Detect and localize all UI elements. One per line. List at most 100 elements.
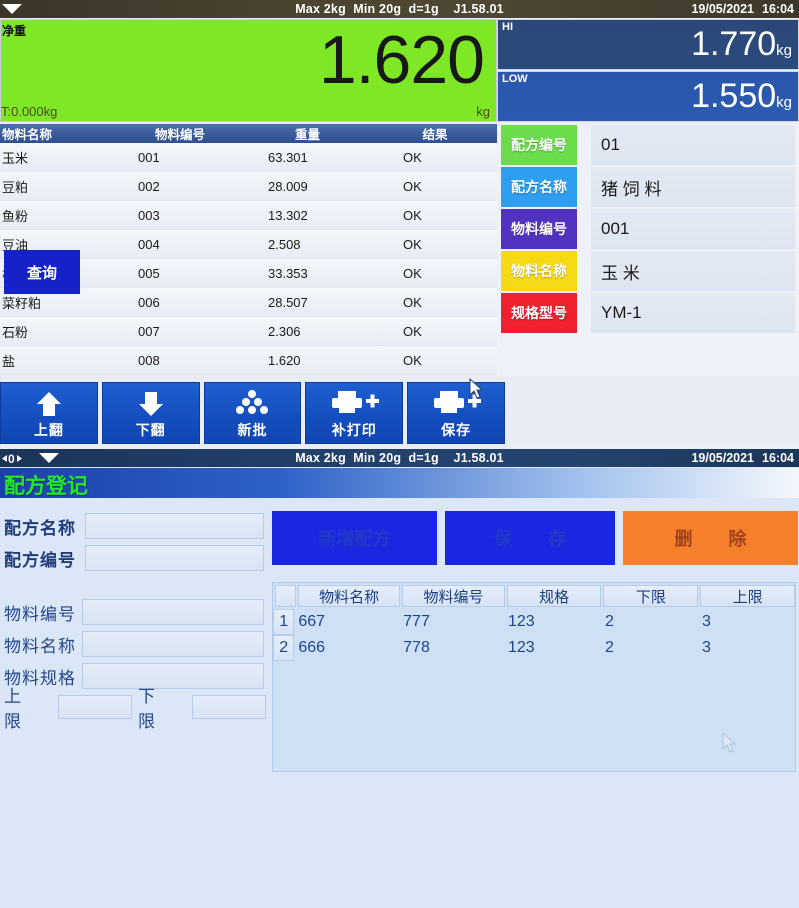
cell-result: OK [403,178,422,194]
recipe-table-header: 物料名称 物料编号 规格 下限 上限 [273,583,795,609]
date-text: 19/05/2021 [691,2,755,16]
table-row[interactable]: 玉米 001 63.301 OK [0,143,497,172]
hi-unit: kg [776,42,792,59]
header-material-name: 物料名称 [2,128,53,142]
cell-index: 2 [273,635,295,661]
cell-material-code: 778 [403,639,430,656]
cell-material-code: 005 [138,265,160,281]
header-spec: 规格 [506,585,602,607]
material-name-input[interactable] [82,631,264,657]
page-down-button[interactable]: 下翻 [101,382,200,444]
recipe-code-label: 配方编号 [4,550,76,570]
recipe-info-label: 物料编号 [501,209,577,249]
query-button[interactable]: 查询 [4,250,80,294]
cell-result: OK [403,149,422,165]
header-result: 结果 [422,128,448,142]
recipe-info-label: 配方编号 [501,125,577,165]
material-name-label: 物料名称 [4,636,76,656]
reprint-label: 补打印 [331,422,377,438]
table-row[interactable]: 1 667 777 123 2 3 [273,609,795,635]
reprint-button[interactable]: 补打印 [305,382,404,444]
cell-upper-limit: 3 [701,639,711,656]
save-recipe-button[interactable]: 保 存 [445,511,615,565]
recipe-info-row: 配方名称猪 饲 料 [497,166,799,208]
table-row[interactable]: 豆粕 002 28.009 OK [0,172,497,201]
low-value: 1.550 [691,77,777,115]
table-row[interactable]: 2 666 778 123 2 3 [273,635,795,661]
cell-result: OK [403,323,422,339]
cell-upper-limit: 3 [701,613,711,630]
hi-label: HI [502,21,513,33]
upper-limit-label: 上 限 [4,687,52,731]
recipe-name-input[interactable] [85,513,264,539]
arrow-up-icon [1,389,97,419]
tare-value: T:0.000kg [1,104,58,119]
header-material-code: 物料编号 [154,128,205,142]
upper-limit-input[interactable] [58,695,132,719]
cell-material-code: 008 [138,352,160,368]
hi-value: 1.770 [691,25,777,63]
cell-weight: 28.507 [268,294,308,310]
recipe-code-input[interactable] [85,545,264,571]
header-material-name: 物料名称 [297,585,401,607]
header-lower-limit: 下限 [603,585,699,607]
lower-limit-input[interactable] [192,695,266,719]
cell-weight: 63.301 [268,149,308,165]
material-code-input[interactable] [82,599,264,625]
save-button[interactable]: 保存 [407,382,505,444]
hi-limit-display: HI 1.770kg [497,19,799,70]
add-recipe-button[interactable]: 新增配方 [272,511,437,565]
weight-display: 净重 1.620 T:0.000kg kg [0,19,497,122]
recipe-form: 配方名称 配方编号 [0,511,270,575]
page-title-bar: 配方登记 [0,468,799,498]
cell-result: OK [403,294,422,310]
weighing-main-screen: Max 2kg Min 20g d=1g J1.58.01 19/05/2021… [0,0,799,449]
recipe-info-value: YM-1 [591,293,795,333]
cell-material-code: 002 [138,178,160,194]
datetime-group: 19/05/2021 16:04 [691,0,794,18]
recipe-info-value: 猪 饲 料 [591,167,795,207]
cell-material-name: 盐 [2,353,16,369]
recipe-code-row: 配方编号 [0,543,270,573]
recipe-name-label: 配方名称 [4,518,76,538]
recipe-info-sidebar: 配方编号 01 配方名称猪 饲 料物料编号 001 物料名称玉 米规格型号 YM-1 [497,124,799,376]
weight-unit: kg [476,104,490,119]
recipe-registration-screen: 0 Max 2kg Min 20g d=1g J1.58.01 19/05/20… [0,449,799,908]
low-limit-display: LOW 1.550kg [497,71,799,122]
hi-value-group: 1.770kg [691,23,792,72]
cell-result: OK [403,352,422,368]
recipe-info-row: 规格型号 YM-1 [497,292,799,334]
printer-plus-icon [306,389,402,415]
recipe-name-row: 配方名称 [0,511,270,541]
low-value-group: 1.550kg [691,75,792,124]
page-down-label: 下翻 [135,422,166,438]
cell-result: OK [403,207,422,223]
table-row[interactable]: 盐 008 1.620 OK [0,346,497,375]
low-unit: kg [776,94,792,111]
recipe-table-body: 1 667 777 123 2 3 2 666 778 123 2 3 [273,609,795,661]
cell-spec: 123 [507,613,535,630]
new-batch-button[interactable]: 新批 [203,382,302,444]
page-title: 配方登记 [4,475,88,498]
material-code-label: 物料编号 [4,604,76,624]
scale-spec-text: Max 2kg Min 20g d=1g J1.58.01 [295,2,504,16]
recipe-info-label: 物料名称 [501,251,577,291]
low-label: LOW [502,73,528,85]
cell-lower-limit: 2 [604,613,614,630]
cell-spec: 123 [507,639,535,656]
new-batch-label: 新批 [237,422,268,438]
sidebar-blank-area [497,376,799,444]
cell-lower-limit: 2 [604,639,614,656]
delete-recipe-button[interactable]: 删 除 [623,511,798,565]
table-row[interactable]: 石粉 007 2.306 OK [0,317,497,346]
recipe-info-row: 物料编号 001 [497,208,799,250]
top-toolbar: 上翻 下翻 新批 补打印 保存 [0,382,505,444]
cell-weight: 2.508 [268,236,301,252]
cell-weight: 33.353 [268,265,308,281]
material-name-row: 物料名称 [0,629,270,659]
page-up-button[interactable]: 上翻 [0,382,98,444]
table-row[interactable]: 鱼粉 003 13.302 OK [0,201,497,230]
page-up-label: 上翻 [33,422,64,438]
net-weight-label: 净重 [2,24,27,38]
header-upper-limit: 上限 [700,585,795,607]
